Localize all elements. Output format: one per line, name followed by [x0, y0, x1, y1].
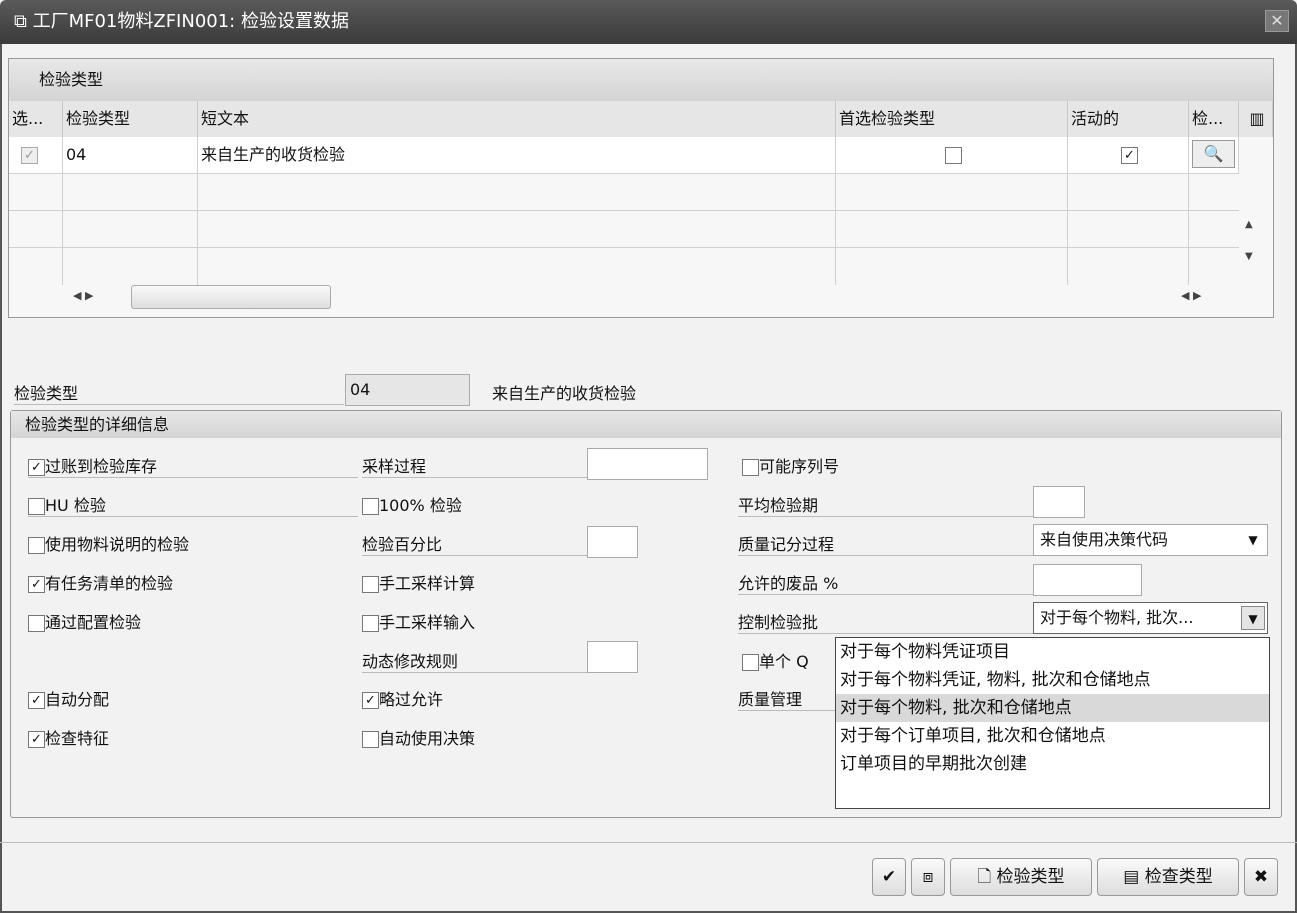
document-icon: 🗋 [977, 867, 997, 887]
col-detail[interactable]: 检... [1189, 101, 1239, 137]
col-active[interactable]: 活动的 [1068, 101, 1189, 137]
inspection-type-table: 检验类型 选... 检验类型 短文本 首选检验类型 活动的 检... ▥ ✓ 0… [8, 58, 1274, 318]
hu-inspection-checkbox[interactable]: HU 检验 [28, 492, 358, 517]
avg-insp-duration-input[interactable] [1033, 486, 1085, 518]
dropdown-option[interactable]: 对于每个物料凭证项目 [836, 638, 1269, 666]
material-spec-checkbox[interactable]: 使用物料说明的检验 [28, 531, 189, 555]
dropdown-option-highlighted[interactable]: 对于每个物料, 批次和仓储地点 [836, 694, 1269, 722]
col-type[interactable]: 检验类型 [63, 101, 198, 137]
form-icon: ▤ [1123, 867, 1145, 887]
insp-percent-label: 检验百分比 [362, 531, 587, 556]
header-type-desc: 来自生产的收货检验 [492, 384, 637, 403]
details-group-title: 检验类型的详细信息 [11, 411, 1281, 438]
col-text[interactable]: 短文本 [198, 101, 836, 137]
scroll-up-icon[interactable]: ▲ [1245, 219, 1253, 230]
auto-assign-checkbox[interactable]: ✓ 自动分配 [28, 686, 109, 710]
row-select-checkbox[interactable]: ✓ [21, 147, 38, 164]
avg-insp-duration-label: 平均检验期 [738, 492, 1033, 517]
table-row-empty[interactable] [9, 211, 1239, 248]
config-inspection-checkbox[interactable]: 通过配置检验 [28, 609, 141, 633]
table-row-empty[interactable] [9, 174, 1239, 211]
col-select[interactable]: 选... [9, 101, 63, 137]
manual-sample-input-checkbox[interactable]: 手工采样输入 [362, 609, 475, 633]
auto-usage-decision-checkbox[interactable]: 自动使用决策 [362, 725, 475, 749]
dropdown-option[interactable]: 订单项目的早期批次创建 [836, 750, 1269, 778]
header-type-field: 04 [345, 374, 470, 406]
sampling-proc-label: 采样过程 [362, 453, 587, 478]
control-insp-lot-options[interactable]: 对于每个物料凭证项目 对于每个物料凭证, 物料, 批次和仓储地点 对于每个物料,… [835, 637, 1270, 809]
hundred-percent-checkbox[interactable]: 100% 检验 [362, 492, 462, 516]
row-type: 04 [63, 137, 198, 173]
table-row[interactable]: ✓ 04 来自生产的收货检验 ✓ 🔍 [9, 137, 1239, 174]
dyn-mod-rule-label: 动态修改规则 [362, 648, 587, 673]
checkmark-icon: ✔ [881, 867, 897, 887]
serial-number-checkbox[interactable]: 可能序列号 [742, 453, 839, 477]
scroll-left-icon[interactable]: ◀ ▶ [73, 289, 93, 302]
row-text: 来自生产的收货检验 [198, 137, 836, 173]
hierarchy-button[interactable]: ⧈ [911, 858, 945, 896]
table-group-title: 检验类型 [9, 59, 1273, 101]
cancel-x-icon: ✖ [1253, 867, 1269, 887]
confirm-button[interactable]: ✔ [872, 858, 906, 896]
close-button[interactable]: ✕ [1265, 10, 1289, 32]
insp-percent-input[interactable] [587, 526, 638, 558]
title-bar: ⧉ 工厂MF01物料ZFIN001: 检验设置数据 [0, 0, 1297, 44]
cancel-button[interactable]: ✖ [1244, 858, 1278, 896]
control-insp-lot-dropdown[interactable]: 对于每个物料, 批次... ▼ [1033, 602, 1268, 634]
col-preferred[interactable]: 首选检验类型 [836, 101, 1068, 137]
allowed-scrap-label: 允许的废品 % [738, 570, 1033, 595]
control-insp-lot-label: 控制检验批 [738, 609, 1033, 634]
window-title: 工厂MF01物料ZFIN001: 检验设置数据 [32, 11, 349, 32]
check-type-button[interactable]: ▤ 检查类型 [1097, 858, 1239, 896]
chevron-down-icon[interactable]: ▼ [1241, 528, 1265, 552]
hierarchy-icon: ⧈ [922, 867, 934, 887]
dropdown-option[interactable]: 对于每个订单项目, 批次和仓储地点 [836, 722, 1269, 750]
horizontal-scrollbar-thumb[interactable] [131, 285, 331, 309]
allowed-scrap-input[interactable] [1033, 564, 1142, 596]
task-list-checkbox[interactable]: ✓ 有任务清单的检验 [28, 570, 173, 594]
skip-allowed-checkbox[interactable]: ✓ 略过允许 [362, 686, 443, 710]
chevron-down-icon[interactable]: ▼ [1241, 606, 1265, 630]
single-q-checkbox[interactable]: 单个 Q [742, 648, 809, 672]
sampling-proc-input[interactable] [587, 448, 708, 480]
window-icon: ⧉ [14, 11, 33, 32]
table-row-empty[interactable] [9, 248, 1239, 285]
header-type-label: 检验类型 [14, 380, 344, 405]
check-characteristics-checkbox[interactable]: ✓ 检查特征 [28, 725, 109, 749]
table-settings-icon[interactable]: ▥ [1239, 101, 1273, 137]
active-checkbox[interactable]: ✓ [1121, 147, 1138, 164]
q-score-proc-label: 质量记分过程 [738, 531, 1033, 556]
preferred-checkbox[interactable] [944, 147, 962, 164]
dropdown-option[interactable]: 对于每个物料凭证, 物料, 批次和仓储地点 [836, 666, 1269, 694]
scroll-right-icon[interactable]: ◀ ▶ [1181, 289, 1201, 302]
qm-label: 质量管理 [738, 686, 838, 711]
scroll-down-icon[interactable]: ▼ [1245, 251, 1253, 262]
dyn-mod-rule-input[interactable] [587, 641, 638, 673]
q-score-proc-dropdown[interactable]: 来自使用决策代码 ▼ [1033, 524, 1268, 556]
new-insp-type-button[interactable]: 🗋 检验类型 [950, 858, 1092, 896]
manual-sample-calc-checkbox[interactable]: 手工采样计算 [362, 570, 475, 594]
footer-divider [0, 842, 1297, 843]
post-to-insp-stock-checkbox[interactable]: ✓ 过账到检验库存 [28, 453, 358, 478]
detail-magnifier-button[interactable]: 🔍 [1192, 140, 1235, 168]
